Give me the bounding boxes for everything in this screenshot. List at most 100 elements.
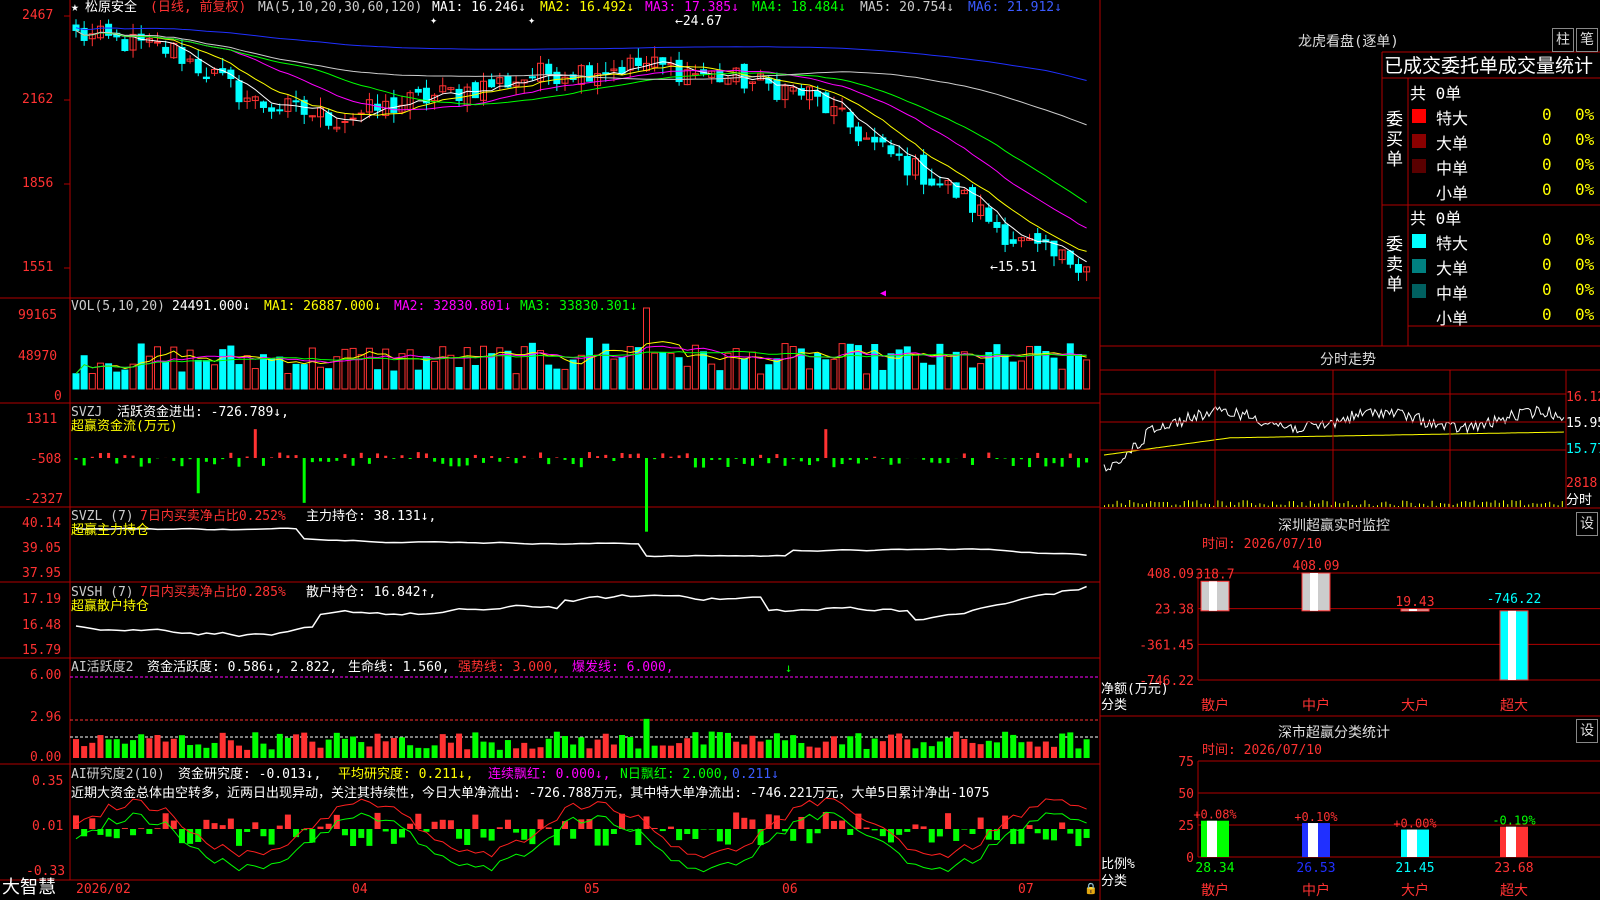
- main-chart[interactable]: 408.09 23.38 -361.45 -746.22 318.7 散户 408.09 中户…: [0, 0, 1600, 900]
- candle-body: [194, 58, 202, 74]
- flow-bar: [661, 453, 665, 458]
- activity-bar: [374, 733, 381, 758]
- candle-body: [341, 120, 349, 123]
- ma1-value: MA1: 16.246↓: [432, 0, 526, 15]
- volume-bar: [178, 371, 186, 390]
- tick-mode-button[interactable]: 笔: [1576, 28, 1598, 52]
- order-type-label: 特大: [1436, 234, 1469, 253]
- research-bar: [439, 819, 446, 829]
- monitor-value: 19.43: [1395, 595, 1434, 610]
- volume-bar: [724, 352, 732, 390]
- bar-mode-button[interactable]: 柱: [1552, 28, 1574, 52]
- research-bar: [480, 829, 487, 838]
- intraday-vol-bar: [1461, 501, 1462, 507]
- activity-bar: [154, 735, 161, 758]
- flow-bar: [98, 453, 102, 458]
- activity-bar: [529, 748, 536, 758]
- class-settings-button[interactable]: 设: [1576, 719, 1598, 743]
- intraday-vol-bar: [1351, 504, 1353, 507]
- intraday-vol-bar: [1221, 501, 1223, 507]
- volume-bar: [251, 368, 259, 390]
- flow-bar: [596, 456, 600, 458]
- activity-bar: [945, 737, 952, 758]
- order-percent: 0%: [1575, 180, 1595, 199]
- intraday-vol-bar: [1288, 501, 1290, 507]
- flow-bar: [539, 452, 543, 458]
- volume-bar: [773, 358, 781, 390]
- order-count: 0: [1542, 155, 1552, 174]
- candle-body: [871, 136, 879, 143]
- intraday-vol-bar: [1532, 503, 1534, 507]
- vol-tick: 0: [54, 389, 62, 404]
- research-bars: [73, 812, 1090, 847]
- activity-bar: [716, 732, 723, 758]
- candle-body: [920, 154, 928, 185]
- lock-icon[interactable]: 🔒: [1084, 881, 1098, 897]
- order-percent: 0%: [1575, 130, 1595, 149]
- flow-bar: [449, 458, 453, 467]
- period-label[interactable]: (日线, 前复权): [150, 0, 246, 16]
- flow-bar: [759, 454, 763, 458]
- class-tick: 0: [1186, 851, 1194, 866]
- activity-bar: [496, 749, 503, 758]
- research-bar: [138, 828, 145, 829]
- candle-body: [292, 100, 300, 103]
- research-bar: [219, 825, 226, 829]
- intraday-vol-bar: [1553, 504, 1555, 507]
- research-bar: [676, 829, 683, 841]
- favorite-star-icon[interactable]: ★: [71, 0, 79, 16]
- activity-bar: [977, 744, 984, 758]
- volume-bar: [528, 342, 536, 390]
- ai-tick: 6.00: [30, 668, 62, 683]
- ma4-value: MA4: 18.484↓: [752, 0, 846, 15]
- volume-bar: [920, 362, 928, 390]
- ai2-tick: 0.01: [32, 819, 64, 834]
- volume-bar: [740, 358, 748, 390]
- intraday-price-line: [1103, 405, 1565, 472]
- flow-bar: [579, 458, 583, 468]
- research-bar: [284, 814, 291, 829]
- flow-bar: [1060, 458, 1064, 467]
- candle-body: [854, 126, 862, 142]
- svzl-tick: 39.05: [22, 541, 62, 556]
- intraday-vol-bar: [1150, 501, 1152, 507]
- research-bar: [513, 829, 520, 833]
- volume-bar: [137, 343, 145, 390]
- intraday-vol-bar: [1284, 505, 1286, 507]
- research-bar: [236, 829, 242, 846]
- research-bar: [953, 829, 960, 841]
- flow-bar: [131, 455, 135, 458]
- flow-bar: [702, 458, 706, 468]
- intraday-vol-bar: [1435, 505, 1437, 507]
- volume-bar: [879, 369, 887, 390]
- candle-body: [178, 47, 186, 64]
- date-label: 07: [1018, 882, 1034, 897]
- activity-bar: [749, 735, 756, 758]
- activity-bar: [985, 740, 992, 758]
- ma-line-20: [75, 30, 1087, 229]
- research-bar: [871, 829, 878, 831]
- research-bar: [1042, 829, 1049, 840]
- research-bar: [488, 829, 495, 841]
- volume-bar: [341, 348, 349, 390]
- monitor-title: 深圳超赢实时监控: [1278, 518, 1390, 534]
- volume-bar: [374, 369, 382, 390]
- intraday-vol-bar: [1410, 502, 1412, 507]
- activity-bar: [81, 746, 88, 758]
- sell-total: 共 0单: [1410, 209, 1462, 228]
- activity-bar: [480, 741, 487, 758]
- volume-bar: [317, 366, 324, 390]
- order-count: 0: [1542, 180, 1552, 199]
- candle-body: [740, 63, 748, 89]
- intraday-vol-bar: [1368, 503, 1370, 507]
- activity-bar: [594, 739, 601, 758]
- intraday-vol-bar: [1343, 503, 1345, 507]
- monitor-settings-button[interactable]: 设: [1576, 512, 1598, 536]
- flow-bar: [286, 455, 290, 458]
- monitor-value: 408.09: [1293, 559, 1340, 574]
- flow-bar: [653, 458, 657, 460]
- intraday-vol-bar: [1431, 500, 1433, 507]
- activity-bar: [244, 749, 251, 758]
- intraday-vol-bar: [1217, 500, 1219, 507]
- ma2-value: MA2: 16.492↓: [540, 0, 634, 15]
